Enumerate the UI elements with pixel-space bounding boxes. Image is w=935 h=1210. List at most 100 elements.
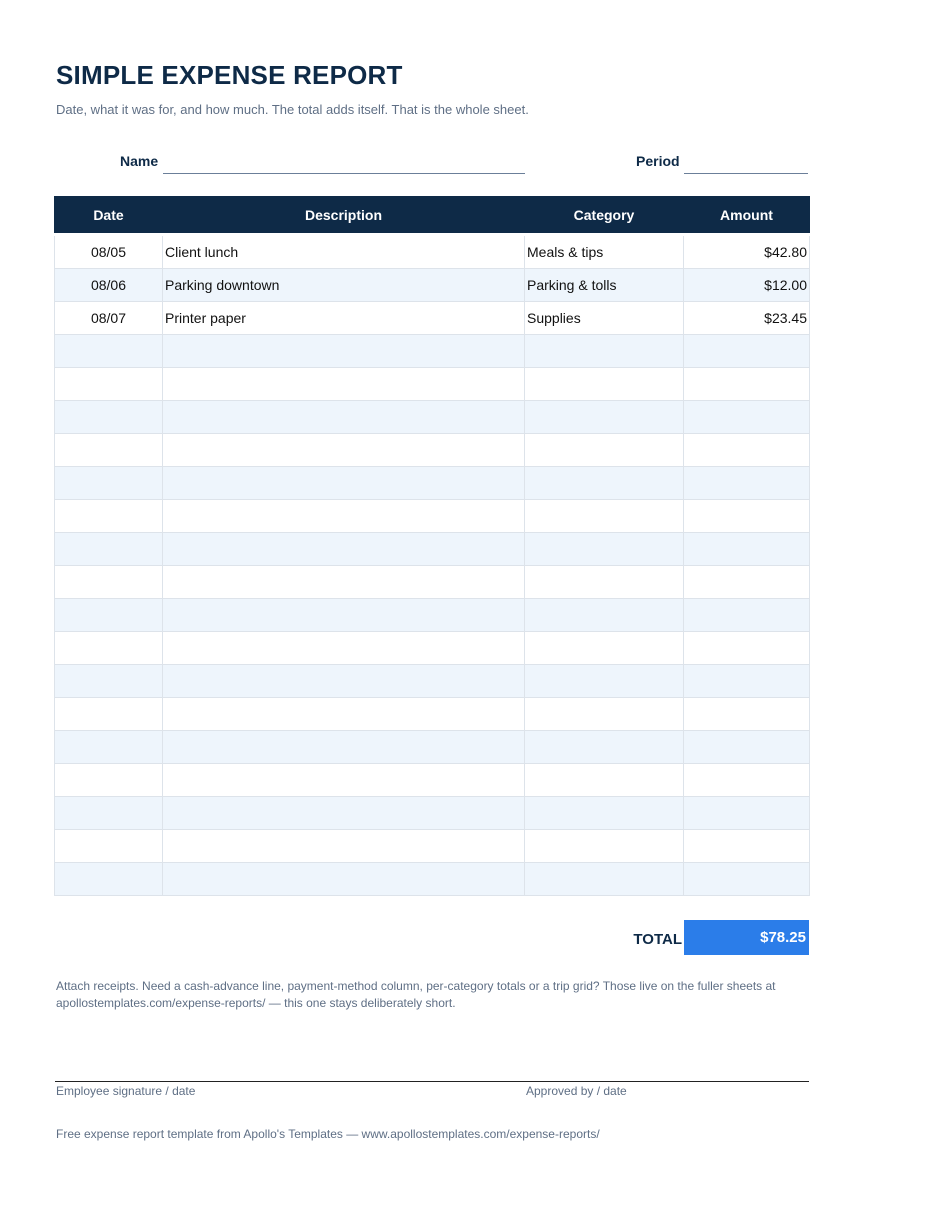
date-cell[interactable] (54, 367, 163, 401)
category-cell[interactable]: Supplies (524, 301, 684, 335)
description-cell[interactable] (162, 631, 525, 665)
description-cell[interactable] (162, 664, 525, 698)
amount-cell[interactable] (683, 664, 810, 698)
amount-cell[interactable] (683, 598, 810, 632)
category-cell[interactable] (524, 631, 684, 665)
date-cell[interactable] (54, 598, 163, 632)
date-cell[interactable] (54, 796, 163, 830)
column-header-category: Category (524, 196, 684, 235)
signature-line (55, 1081, 809, 1082)
category-cell[interactable] (524, 862, 684, 896)
description-cell[interactable] (162, 598, 525, 632)
category-cell[interactable] (524, 565, 684, 599)
date-cell[interactable] (54, 862, 163, 896)
amount-cell[interactable] (683, 466, 810, 500)
description-cell[interactable] (162, 433, 525, 467)
amount-cell[interactable] (683, 532, 810, 566)
table-row (54, 367, 810, 401)
date-cell[interactable] (54, 565, 163, 599)
category-cell[interactable]: Meals & tips (524, 233, 684, 269)
date-cell[interactable] (54, 499, 163, 533)
amount-cell[interactable]: $23.45 (683, 301, 810, 335)
amount-cell[interactable] (683, 433, 810, 467)
description-cell[interactable] (162, 763, 525, 797)
table-row: 08/07 Printer paper Supplies $23.45 (54, 301, 810, 335)
table-row: 08/06 Parking downtown Parking & tolls $12.… (54, 268, 810, 302)
amount-cell[interactable] (683, 334, 810, 368)
amount-cell[interactable] (683, 499, 810, 533)
table-row (54, 532, 810, 566)
table-header-row: Date Description Category Amount (54, 196, 810, 235)
date-cell[interactable] (54, 400, 163, 434)
date-cell[interactable] (54, 829, 163, 863)
date-cell[interactable] (54, 664, 163, 698)
date-cell[interactable] (54, 433, 163, 467)
period-field[interactable] (684, 173, 808, 174)
date-cell[interactable]: 08/05 (54, 233, 163, 269)
category-cell[interactable] (524, 598, 684, 632)
description-cell[interactable]: Client lunch (162, 233, 525, 269)
date-cell[interactable] (54, 763, 163, 797)
description-cell[interactable]: Printer paper (162, 301, 525, 335)
category-cell[interactable] (524, 466, 684, 500)
category-cell[interactable] (524, 664, 684, 698)
amount-cell[interactable] (683, 829, 810, 863)
table-row (54, 763, 810, 797)
description-cell[interactable] (162, 367, 525, 401)
page-subtitle: Date, what it was for, and how much. The… (56, 102, 529, 117)
description-cell[interactable] (162, 565, 525, 599)
category-cell[interactable] (524, 400, 684, 434)
amount-cell[interactable] (683, 400, 810, 434)
instructions-note: Attach receipts. Need a cash-advance lin… (56, 979, 776, 1010)
total-label: TOTAL (633, 931, 682, 948)
column-header-description: Description (162, 196, 525, 235)
category-cell[interactable] (524, 763, 684, 797)
date-cell[interactable]: 08/06 (54, 268, 163, 302)
amount-cell[interactable] (683, 565, 810, 599)
amount-cell[interactable] (683, 697, 810, 731)
category-cell[interactable] (524, 334, 684, 368)
category-cell[interactable] (524, 829, 684, 863)
table-row (54, 499, 810, 533)
date-cell[interactable] (54, 730, 163, 764)
amount-cell[interactable] (683, 862, 810, 896)
date-cell[interactable]: 08/07 (54, 301, 163, 335)
description-cell[interactable] (162, 400, 525, 434)
description-cell[interactable] (162, 730, 525, 764)
amount-cell[interactable] (683, 763, 810, 797)
description-cell[interactable] (162, 466, 525, 500)
category-cell[interactable] (524, 433, 684, 467)
date-cell[interactable] (54, 466, 163, 500)
table-row (54, 433, 810, 467)
category-cell[interactable] (524, 796, 684, 830)
column-header-date: Date (54, 196, 163, 235)
date-cell[interactable] (54, 532, 163, 566)
date-cell[interactable] (54, 334, 163, 368)
category-cell[interactable] (524, 730, 684, 764)
name-field[interactable] (163, 173, 525, 174)
description-cell[interactable] (162, 862, 525, 896)
description-cell[interactable] (162, 532, 525, 566)
category-cell[interactable]: Parking & tolls (524, 268, 684, 302)
amount-cell[interactable] (683, 367, 810, 401)
amount-cell[interactable]: $42.80 (683, 233, 810, 269)
description-cell[interactable] (162, 499, 525, 533)
date-cell[interactable] (54, 631, 163, 665)
description-cell[interactable] (162, 829, 525, 863)
amount-cell[interactable] (683, 730, 810, 764)
description-cell[interactable]: Parking downtown (162, 268, 525, 302)
category-cell[interactable] (524, 367, 684, 401)
category-cell[interactable] (524, 499, 684, 533)
description-cell[interactable] (162, 796, 525, 830)
amount-cell[interactable] (683, 631, 810, 665)
description-cell[interactable] (162, 697, 525, 731)
table-row (54, 664, 810, 698)
table-row (54, 631, 810, 665)
category-cell[interactable] (524, 697, 684, 731)
description-cell[interactable] (162, 334, 525, 368)
amount-cell[interactable]: $12.00 (683, 268, 810, 302)
table-row (54, 598, 810, 632)
date-cell[interactable] (54, 697, 163, 731)
category-cell[interactable] (524, 532, 684, 566)
amount-cell[interactable] (683, 796, 810, 830)
